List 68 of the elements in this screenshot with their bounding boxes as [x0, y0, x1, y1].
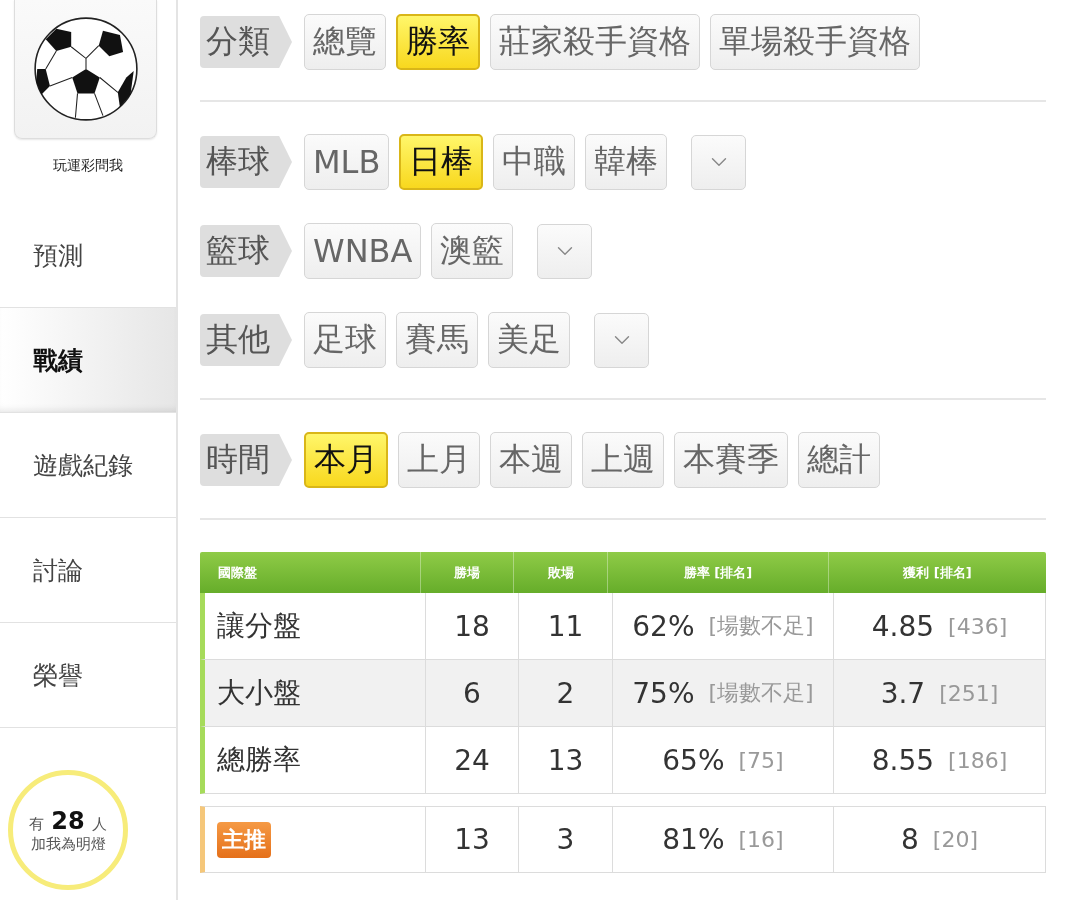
featured-badge: 主推: [217, 821, 271, 858]
filter-label: 籃球: [200, 225, 292, 277]
win-rate: 81%: [662, 823, 725, 856]
filter-option[interactable]: 本月: [304, 432, 388, 488]
filter-option[interactable]: 總計: [798, 432, 880, 488]
more-dropdown[interactable]: [594, 312, 649, 368]
fan-prefix: 有: [29, 814, 45, 834]
sidebar-item[interactable]: 討論: [0, 518, 176, 623]
wins-value: 18: [454, 609, 490, 643]
losses-value: 13: [547, 743, 584, 777]
more-dropdown[interactable]: [691, 134, 747, 190]
filter-option[interactable]: MLB: [304, 134, 390, 190]
filter-option[interactable]: 上週: [582, 432, 664, 488]
rate-rank: [場數不足]: [708, 612, 814, 640]
profit-value: 3.7: [880, 676, 926, 710]
win-rate: 62%: [632, 609, 695, 643]
rate-rank: [16]: [738, 827, 784, 852]
filter-option[interactable]: 上月: [398, 432, 480, 488]
losses-value: 2: [556, 676, 575, 710]
avatar-card[interactable]: [14, 0, 157, 139]
sidebar-item[interactable]: 戰績: [0, 308, 176, 413]
profit-value: 8.55: [871, 743, 935, 777]
sidebar-item[interactable]: 遊戲紀錄: [0, 413, 176, 518]
rate-rank: [75]: [738, 747, 784, 773]
more-dropdown[interactable]: [537, 223, 593, 279]
soccer-ball-icon: [32, 16, 139, 122]
profit-rank: [436]: [948, 613, 1008, 639]
filter-option[interactable]: 美足: [488, 312, 570, 368]
fan-count: 28: [51, 806, 85, 835]
row-label: 讓分盤: [217, 608, 301, 644]
profit-rank: [251]: [939, 680, 999, 706]
win-rate: 75%: [632, 676, 695, 710]
rate-rank: [場數不足]: [708, 679, 814, 707]
wins-value: 13: [454, 823, 490, 856]
fan-badge[interactable]: 有 28 人 加我為明燈: [8, 770, 128, 890]
fan-suffix: 人: [91, 814, 107, 834]
filter-option[interactable]: 賽馬: [396, 312, 478, 368]
filter-option[interactable]: 本賽季: [674, 432, 788, 488]
filter-option[interactable]: 總覽: [304, 14, 386, 70]
filter-option[interactable]: WNBA: [304, 223, 422, 279]
filter-option[interactable]: 勝率: [396, 14, 480, 70]
profit-rank: [20]: [932, 827, 978, 852]
profit-rank: [186]: [948, 747, 1008, 773]
filter-option[interactable]: 足球: [304, 312, 386, 368]
filter-option[interactable]: 本週: [490, 432, 572, 488]
filter-option[interactable]: 中職: [493, 134, 576, 190]
filter-option[interactable]: 單場殺手資格: [710, 14, 920, 70]
filter-label: 時間: [200, 434, 292, 486]
filter-label: 分類: [200, 16, 292, 68]
row-label: 大小盤: [217, 675, 301, 711]
row-label: 總勝率: [217, 742, 301, 778]
filter-label: 其他: [200, 314, 292, 366]
wins-value: 6: [463, 676, 481, 710]
fan-caption: 加我為明燈: [30, 834, 106, 854]
column-header: 國際盤: [217, 563, 258, 582]
profit-value: 8: [901, 823, 919, 856]
filter-option[interactable]: 日棒: [399, 134, 484, 190]
filter-label: 棒球: [200, 136, 292, 188]
wins-value: 24: [454, 743, 490, 777]
filter-option[interactable]: 澳籃: [431, 223, 514, 279]
filter-option[interactable]: 莊家殺手資格: [490, 14, 700, 70]
filter-option[interactable]: 韓棒: [585, 134, 668, 190]
win-rate: 65%: [662, 743, 725, 777]
avatar-caption: 玩運彩問我: [52, 157, 124, 175]
losses-value: 3: [556, 823, 575, 856]
sidebar-item[interactable]: 榮譽: [0, 623, 176, 728]
losses-value: 11: [547, 609, 584, 643]
profit-value: 4.85: [871, 609, 935, 643]
